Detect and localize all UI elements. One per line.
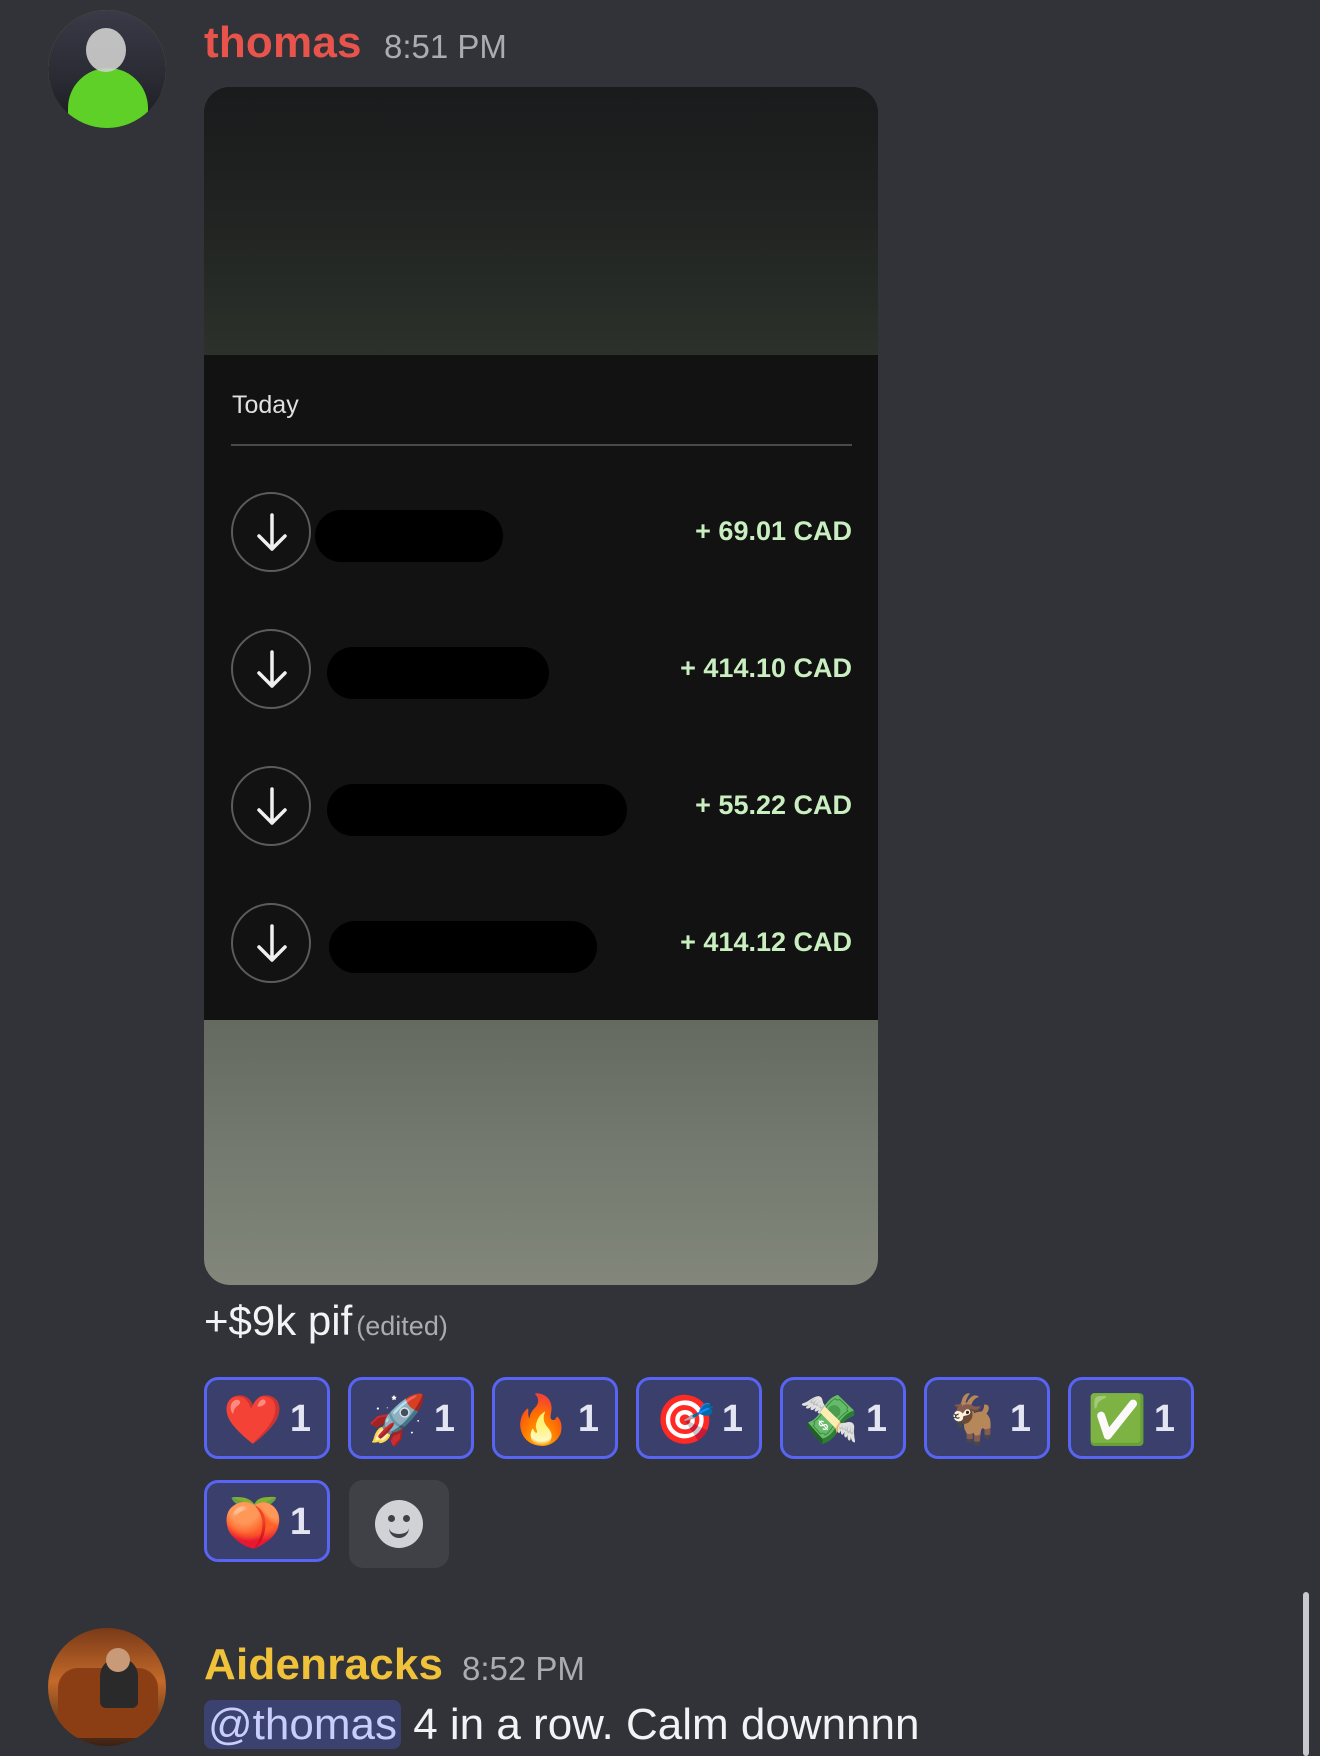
goat-emoji-icon: 🐐 — [943, 1392, 1003, 1448]
reaction-fire[interactable]: 🔥 1 — [492, 1377, 618, 1459]
arrow-down-icon — [231, 903, 311, 983]
transaction-row: + 69.01 CAD — [231, 492, 852, 576]
reaction-rocket[interactable]: 🚀 1 — [348, 1377, 474, 1459]
message-content: +$9k pif (edited) — [204, 1297, 448, 1345]
reaction-count: 1 — [577, 1398, 599, 1440]
section-label: Today — [232, 391, 299, 419]
avatar[interactable] — [48, 10, 166, 128]
reaction-goat[interactable]: 🐐 1 — [924, 1377, 1050, 1459]
transaction-row: + 414.10 CAD — [231, 629, 852, 713]
redacted-name — [329, 921, 597, 973]
reaction-bullseye[interactable]: 🎯 1 — [636, 1377, 762, 1459]
transaction-amount: + 414.10 CAD — [680, 653, 852, 683]
reaction-count: 1 — [1009, 1398, 1031, 1440]
scrollbar[interactable] — [1303, 1592, 1309, 1756]
peach-emoji-icon: 🍑 — [223, 1495, 283, 1551]
transactions-panel: Today + 69.01 CAD + 414.10 CAD + 55.22 C… — [204, 355, 878, 1020]
message-text: 4 in a row. Calm downnnn — [400, 1700, 920, 1749]
message-author[interactable]: thomas — [204, 18, 362, 68]
reaction-count: 1 — [1153, 1398, 1175, 1440]
heart-emoji-icon: ❤️ — [223, 1392, 283, 1448]
fire-emoji-icon: 🔥 — [511, 1392, 571, 1448]
arrow-down-icon — [231, 492, 311, 572]
message-text: +$9k pif — [204, 1297, 353, 1344]
arrow-down-icon — [231, 766, 311, 846]
transaction-row: + 414.12 CAD — [231, 903, 852, 987]
redacted-name — [327, 647, 549, 699]
divider — [231, 444, 852, 446]
transaction-amount: + 55.22 CAD — [695, 790, 852, 820]
redacted-name — [315, 510, 503, 562]
message-author[interactable]: Aidenracks — [204, 1640, 443, 1690]
rocket-emoji-icon: 🚀 — [367, 1392, 427, 1448]
reaction-count: 1 — [433, 1398, 455, 1440]
check-mark-emoji-icon: ✅ — [1087, 1392, 1147, 1448]
transaction-amount: + 414.12 CAD — [680, 927, 852, 957]
arrow-down-icon — [231, 629, 311, 709]
reaction-count: 1 — [289, 1398, 311, 1440]
edited-label: (edited) — [356, 1311, 448, 1341]
reaction-check-mark[interactable]: ✅ 1 — [1068, 1377, 1194, 1459]
transaction-row: + 55.22 CAD — [231, 766, 852, 850]
smiley-face-icon — [375, 1500, 423, 1548]
chat-view: thomas 8:51 PM Today + 69.01 CAD + 414.1… — [0, 0, 1320, 1756]
message-timestamp: 8:52 PM — [462, 1650, 585, 1687]
attachment-bottom-area — [204, 1020, 878, 1285]
image-attachment[interactable]: Today + 69.01 CAD + 414.10 CAD + 55.22 C… — [204, 87, 878, 1285]
reaction-count: 1 — [865, 1398, 887, 1440]
money-with-wings-emoji-icon: 💸 — [799, 1392, 859, 1448]
attachment-top-area — [204, 87, 878, 355]
user-mention[interactable]: @thomas — [204, 1700, 401, 1749]
avatar[interactable] — [48, 1628, 166, 1746]
bullseye-emoji-icon: 🎯 — [655, 1392, 715, 1448]
redacted-name — [327, 784, 627, 836]
reaction-heart[interactable]: ❤️ 1 — [204, 1377, 330, 1459]
message-content: @thomas 4 in a row. Calm downnnn — [204, 1700, 919, 1750]
reaction-count: 1 — [721, 1398, 743, 1440]
message-timestamp: 8:51 PM — [384, 28, 507, 65]
reaction-count: 1 — [289, 1501, 311, 1543]
reaction-peach[interactable]: 🍑 1 — [204, 1480, 330, 1562]
reaction-money-with-wings[interactable]: 💸 1 — [780, 1377, 906, 1459]
add-reaction-button[interactable] — [349, 1480, 449, 1568]
transaction-amount: + 69.01 CAD — [695, 516, 852, 546]
